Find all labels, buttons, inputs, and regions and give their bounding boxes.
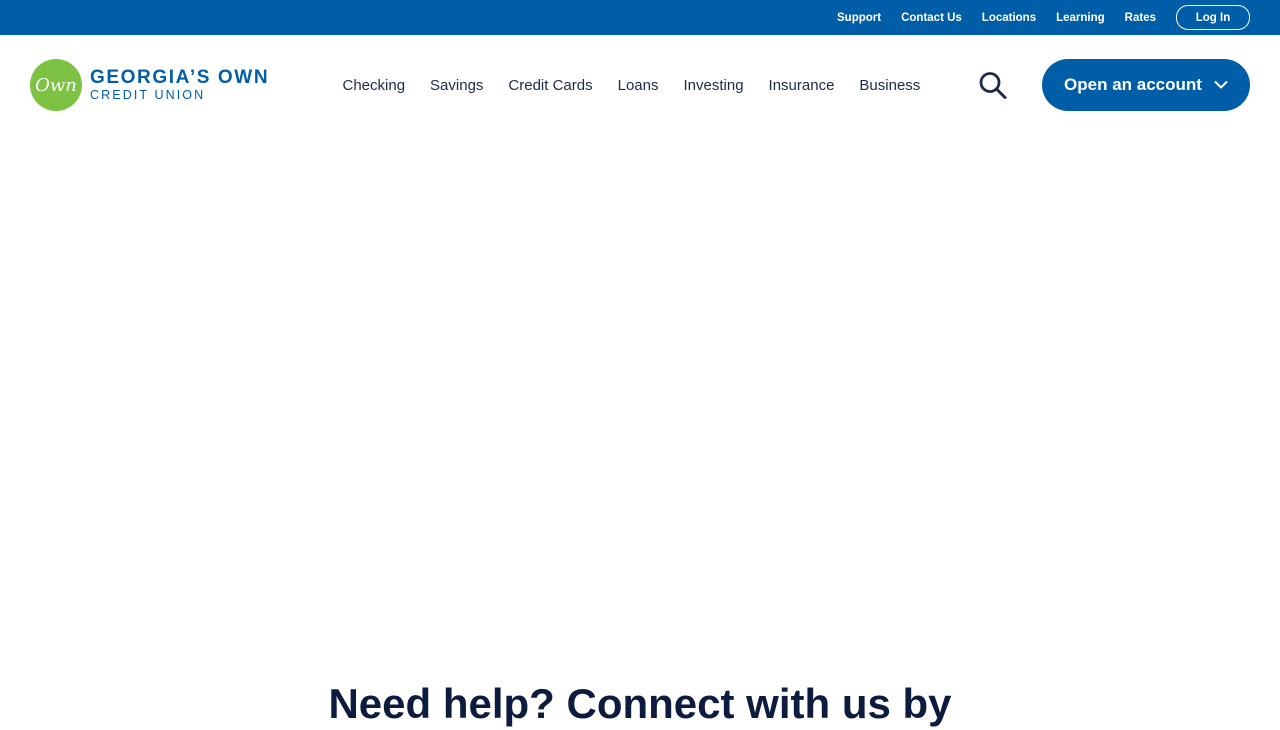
logo-wordmark: GEORGIA’S OWN CREDIT UNION [90,66,270,103]
open-account-button[interactable]: Open an account [1042,59,1250,111]
logo-mark-text: Own [35,75,77,96]
log-in-button[interactable]: Log In [1176,5,1250,30]
search-icon [979,72,1007,99]
nav-item-loans[interactable]: Loans [618,77,659,94]
utility-link-contact-us[interactable]: Contact Us [901,12,962,24]
nav-item-insurance[interactable]: Insurance [769,77,835,94]
nav-item-investing[interactable]: Investing [684,77,744,94]
logo-name-line2: CREDIT UNION [90,87,206,102]
search-button[interactable] [974,71,1010,99]
nav-item-savings[interactable]: Savings [430,77,483,94]
open-account-label: Open an account [1064,75,1202,94]
utility-link-learning[interactable]: Learning [1056,12,1105,24]
nav-item-business[interactable]: Business [859,77,920,94]
chevron-down-icon [1214,81,1228,89]
nav-item-credit-cards[interactable]: Credit Cards [508,77,592,94]
utility-links: Support Contact Us Locations Learning Ra… [817,0,1250,35]
main-nav: Checking Savings Credit Cards Loans Inve… [330,75,933,95]
logo-mark-icon: Own [30,59,82,111]
utility-link-locations[interactable]: Locations [982,12,1036,24]
logo-name-line1: GEORGIA’S OWN [90,66,270,88]
utility-bar: Support Contact Us Locations Learning Ra… [0,0,1280,35]
utility-link-rates[interactable]: Rates [1125,12,1156,24]
nav-item-checking[interactable]: Checking [343,77,406,94]
main-header: Own GEORGIA’S OWN CREDIT UNION Checking … [0,35,1280,133]
help-heading: Need help? Connect with us by [328,680,952,727]
brand-logo[interactable]: Own GEORGIA’S OWN CREDIT UNION [30,59,275,111]
utility-link-support[interactable]: Support [837,12,881,24]
